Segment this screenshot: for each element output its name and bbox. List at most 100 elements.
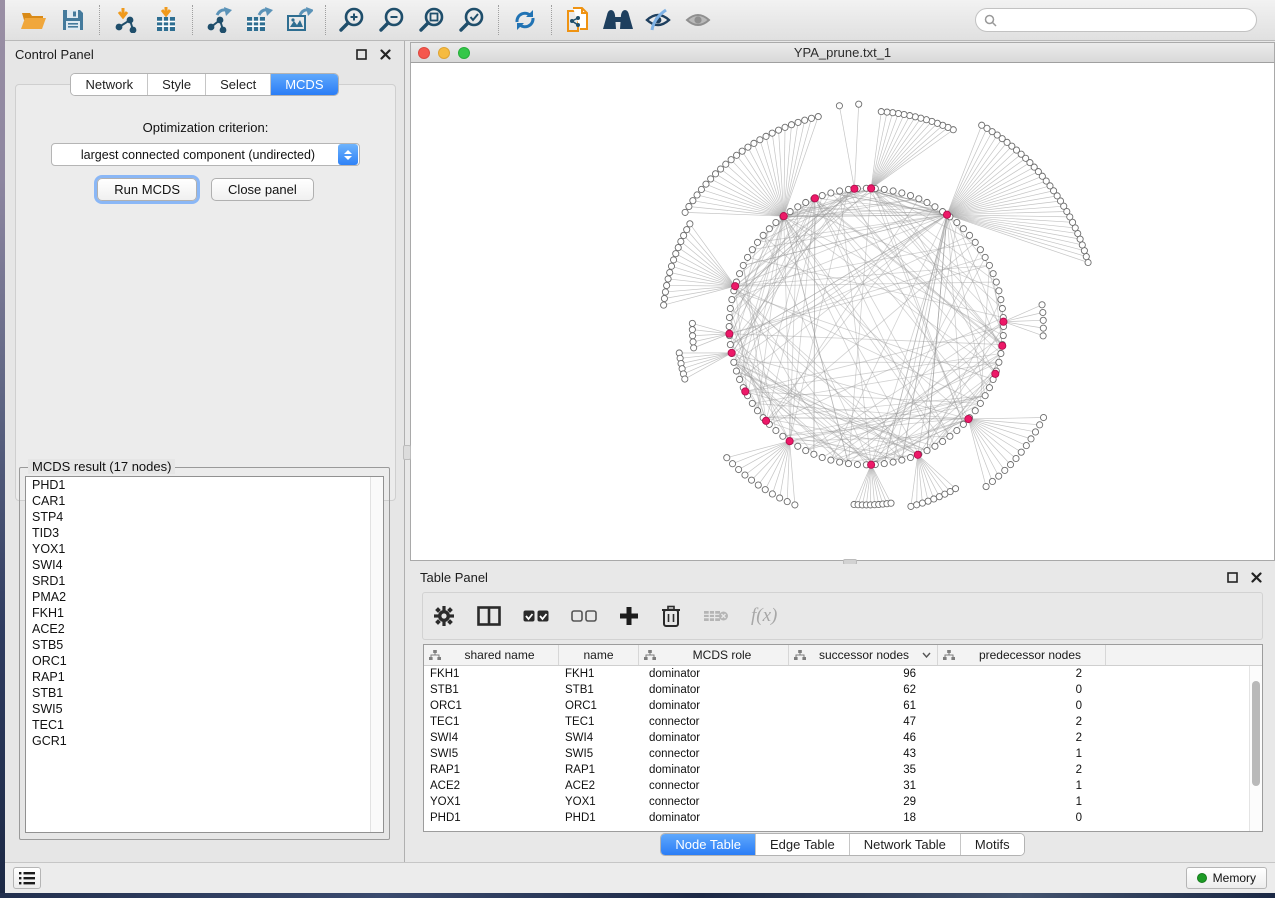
zoom-out-icon[interactable] — [372, 3, 412, 37]
table-scrollbar[interactable] — [1249, 666, 1262, 831]
window-minimize-traffic-light[interactable] — [438, 47, 450, 59]
close-table-panel-icon[interactable] — [1247, 571, 1265, 585]
float-panel-icon[interactable] — [352, 48, 370, 62]
mcds-result-item[interactable]: PHD1 — [26, 477, 383, 493]
clone-network-icon[interactable] — [558, 3, 598, 37]
cell-successor-nodes: 18 — [789, 812, 938, 824]
network-leaf-node — [728, 157, 734, 163]
tab-network-table[interactable]: Network Table — [850, 834, 961, 855]
table-row[interactable]: SWI4SWI4dominator462 — [424, 730, 1249, 746]
close-panel-button[interactable]: Close panel — [211, 178, 314, 201]
table-row[interactable]: ORC1ORC1dominator610 — [424, 698, 1249, 714]
network-canvas[interactable] — [410, 63, 1275, 561]
network-mcds-node — [762, 417, 769, 424]
column-header-successor-nodes[interactable]: successor nodes — [789, 645, 938, 665]
mcds-result-item[interactable]: SWI4 — [26, 557, 383, 573]
zoom-fit-icon[interactable] — [412, 3, 452, 37]
tab-node-table[interactable]: Node Table — [661, 834, 756, 855]
delete-columns-icon[interactable] — [661, 601, 681, 631]
memory-button[interactable]: Memory — [1186, 867, 1267, 889]
criterion-dropdown[interactable]: largest connected component (undirected) — [51, 143, 360, 166]
mcds-result-item[interactable]: TEC1 — [26, 717, 383, 733]
export-image-icon[interactable] — [279, 3, 319, 37]
column-header-MCDS-role[interactable]: MCDS role — [639, 645, 789, 665]
network-mcds-node — [726, 330, 733, 337]
cell-shared-name: STB1 — [424, 684, 559, 696]
float-table-panel-icon[interactable] — [1223, 571, 1241, 585]
deselect-all-rows-icon[interactable] — [571, 601, 597, 631]
cell-predecessor-nodes: 1 — [938, 780, 1106, 792]
open-file-icon[interactable] — [13, 3, 53, 37]
show-all-icon[interactable] — [678, 3, 718, 37]
table-row[interactable]: FKH1FKH1dominator962 — [424, 666, 1249, 682]
table-row[interactable]: ACE2ACE2connector311 — [424, 778, 1249, 794]
mcds-list-scrollbar[interactable] — [370, 477, 383, 832]
network-node — [754, 408, 760, 414]
zoom-selected-icon[interactable] — [452, 3, 492, 37]
create-column-icon[interactable] — [619, 601, 639, 631]
tab-edge-table[interactable]: Edge Table — [756, 834, 850, 855]
column-header-shared-name[interactable]: shared name — [424, 645, 559, 665]
mcds-result-item[interactable]: PMA2 — [26, 589, 383, 605]
table-settings-icon[interactable] — [433, 601, 455, 631]
mcds-result-item[interactable]: TID3 — [26, 525, 383, 541]
network-leaf-node — [689, 327, 695, 333]
search-field[interactable] — [975, 8, 1257, 32]
mcds-result-item[interactable]: ORC1 — [26, 653, 383, 669]
mcds-result-item[interactable]: STP4 — [26, 509, 383, 525]
task-history-icon[interactable] — [13, 867, 41, 889]
screen: Control Panel Network Style Select MCDS … — [0, 0, 1275, 898]
apply-layout-icon[interactable] — [505, 3, 545, 37]
tab-network[interactable]: Network — [71, 74, 148, 95]
mcds-result-item[interactable]: STB5 — [26, 637, 383, 653]
network-leaf-node — [682, 376, 688, 382]
import-table-icon[interactable] — [146, 3, 186, 37]
tab-select[interactable]: Select — [206, 74, 271, 95]
table-row[interactable]: SWI5SWI5connector431 — [424, 746, 1249, 762]
search-input[interactable] — [997, 13, 1248, 27]
zoom-in-icon[interactable] — [332, 3, 372, 37]
import-network-icon[interactable] — [106, 3, 146, 37]
tab-style[interactable]: Style — [148, 74, 206, 95]
window-zoom-traffic-light[interactable] — [458, 47, 470, 59]
export-table-icon[interactable] — [239, 3, 279, 37]
window-close-traffic-light[interactable] — [418, 47, 430, 59]
table-row[interactable]: RAP1RAP1dominator352 — [424, 762, 1249, 778]
delete-table-icon[interactable] — [703, 601, 729, 631]
mcds-result-item[interactable]: YOX1 — [26, 541, 383, 557]
network-node — [819, 192, 825, 198]
export-network-icon[interactable] — [199, 3, 239, 37]
run-mcds-button[interactable]: Run MCDS — [97, 178, 197, 201]
save-session-icon[interactable] — [53, 3, 93, 37]
first-neighbors-icon[interactable] — [598, 3, 638, 37]
close-panel-icon[interactable] — [376, 48, 394, 62]
table-row[interactable]: YOX1YOX1connector291 — [424, 794, 1249, 810]
mcds-result-list[interactable]: PHD1CAR1STP4TID3YOX1SWI4SRD1PMA2FKH1ACE2… — [25, 476, 384, 833]
mcds-result-item[interactable]: RAP1 — [26, 669, 383, 685]
cell-mcds-role: connector — [639, 780, 789, 792]
select-all-rows-icon[interactable] — [523, 601, 549, 631]
hide-selected-icon[interactable] — [638, 3, 678, 37]
function-builder-icon[interactable]: f(x) — [751, 601, 777, 631]
table-row[interactable]: PHD1PHD1dominator180 — [424, 810, 1249, 826]
network-window-titlebar[interactable]: YPA_prune.txt_1 — [410, 42, 1275, 63]
column-header-predecessor-nodes[interactable]: predecessor nodes — [938, 645, 1106, 665]
table-row[interactable]: TEC1TEC1connector472 — [424, 714, 1249, 730]
network-leaf-node — [694, 192, 700, 198]
column-header-name[interactable]: name — [559, 645, 639, 665]
panel-splitter-grip[interactable] — [403, 445, 411, 460]
tab-motifs[interactable]: Motifs — [961, 834, 1024, 855]
mcds-result-item[interactable]: CAR1 — [26, 493, 383, 509]
network-graph[interactable] — [411, 63, 1274, 560]
network-leaf-node — [736, 466, 742, 472]
toggle-column-panel-icon[interactable] — [477, 601, 501, 631]
table-scrollbar-thumb[interactable] — [1252, 681, 1260, 786]
mcds-result-item[interactable]: ACE2 — [26, 621, 383, 637]
mcds-result-item[interactable]: STB1 — [26, 685, 383, 701]
mcds-result-item[interactable]: SWI5 — [26, 701, 383, 717]
mcds-result-item[interactable]: SRD1 — [26, 573, 383, 589]
mcds-result-item[interactable]: GCR1 — [26, 733, 383, 749]
mcds-result-item[interactable]: FKH1 — [26, 605, 383, 621]
tab-mcds[interactable]: MCDS — [271, 74, 337, 95]
table-row[interactable]: STB1STB1dominator620 — [424, 682, 1249, 698]
